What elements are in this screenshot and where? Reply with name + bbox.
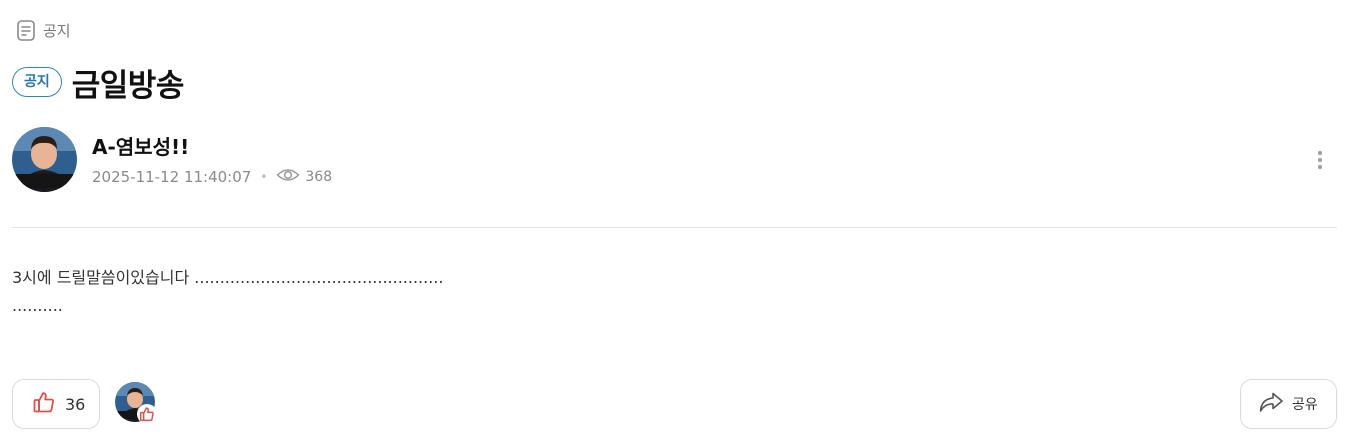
document-icon	[17, 19, 35, 41]
liker-avatar[interactable]	[115, 382, 157, 424]
breadcrumb[interactable]: 공지	[17, 19, 71, 41]
like-mini-icon	[137, 404, 157, 424]
author-name[interactable]: A-염보성!!	[92, 131, 189, 160]
post-body-line: 3시에 드릴말씀이있습니다 ..........................…	[12, 268, 444, 287]
notice-badge: 공지	[12, 67, 62, 97]
author-avatar[interactable]	[12, 127, 77, 192]
breadcrumb-label[interactable]: 공지	[43, 20, 71, 41]
title-row: 공지 금일방송	[12, 62, 185, 104]
post-body: 3시에 드릴말씀이있습니다 ..........................…	[12, 264, 443, 320]
share-button[interactable]: 공유	[1240, 379, 1337, 429]
share-label: 공유	[1292, 397, 1318, 413]
content-divider	[12, 227, 1337, 228]
post-body-line: ..........	[12, 296, 63, 315]
share-icon	[1258, 391, 1284, 417]
meta-separator: •	[260, 170, 268, 184]
like-count: 36	[65, 394, 86, 414]
view-count: 368	[305, 169, 333, 185]
post-title: 금일방송	[71, 67, 185, 104]
like-button[interactable]: 36	[12, 379, 100, 429]
post-datetime: 2025-11-12 11:40:07	[92, 168, 252, 186]
thumbs-up-icon	[32, 390, 56, 418]
eye-icon	[276, 167, 300, 187]
more-options-icon[interactable]	[1311, 146, 1329, 174]
post-meta: 2025-11-12 11:40:07 • 368	[92, 167, 332, 187]
